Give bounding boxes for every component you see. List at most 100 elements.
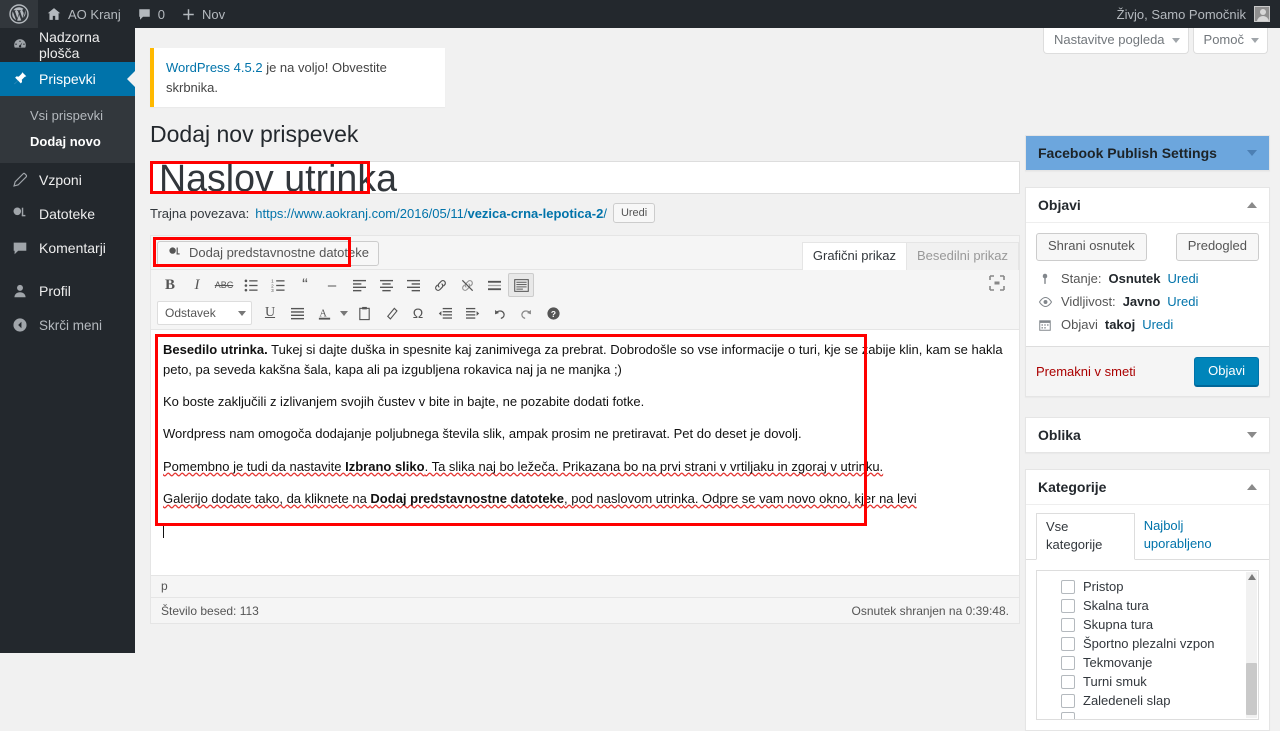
outdent-icon[interactable] <box>432 301 458 325</box>
chevron-down-icon[interactable] <box>1247 432 1257 438</box>
list-item[interactable]: Turni smuk <box>1037 672 1258 691</box>
editor-paragraph-text-2: , pod naslovom utrinka. Odpre se vam nov… <box>564 490 917 506</box>
permalink-prefix: https://www.aokranj.com/2016/05/11/ <box>255 205 468 221</box>
underline-icon[interactable]: U <box>257 301 283 325</box>
site-name-button[interactable]: AO Kranj <box>38 0 129 28</box>
move-to-trash-link[interactable]: Premakni v smeti <box>1036 364 1136 379</box>
align-left-icon[interactable] <box>346 273 372 297</box>
strikethrough-icon[interactable]: ABC <box>211 273 237 297</box>
category-checkbox[interactable] <box>1061 693 1075 708</box>
paste-as-text-icon[interactable] <box>351 301 377 325</box>
scroll-up-arrow-icon[interactable] <box>1248 574 1256 580</box>
tab-all-categories[interactable]: Vse kategorije <box>1036 513 1135 560</box>
insert-media-button[interactable]: Dodaj predstavnostne datoteke <box>157 241 379 266</box>
read-more-icon[interactable] <box>481 273 507 297</box>
toggle-toolbar-icon[interactable] <box>508 273 534 297</box>
category-label: Zaledeneli slap <box>1083 693 1171 708</box>
insert-link-icon[interactable] <box>427 273 453 297</box>
schedule-edit-link[interactable]: Uredi <box>1142 317 1173 332</box>
sidebar-item-media[interactable]: Datoteke <box>0 197 135 231</box>
chevron-up-icon[interactable] <box>1247 484 1257 490</box>
post-title-input[interactable]: Naslov utrinka <box>150 159 1020 197</box>
sidebar-item-all-posts[interactable]: Vsi prispevki <box>0 103 135 129</box>
align-right-icon[interactable] <box>400 273 426 297</box>
categories-tabs: Vse kategorije Najbolj uporabljeno <box>1026 505 1269 560</box>
list-item[interactable]: Tekmovanje <box>1037 653 1258 672</box>
sidebar-item-profile[interactable]: Profil <box>0 274 135 308</box>
update-notice-link[interactable]: WordPress 4.5.2 <box>166 60 263 75</box>
sidebar-item-vzponi[interactable]: Vzponi <box>0 163 135 197</box>
editor-empty-paragraph <box>163 521 1007 541</box>
sidebar-item-dashboard[interactable]: Nadzorna plošča <box>0 28 135 62</box>
editor-content-area[interactable]: Besedilo utrinka. Tukej si dajte duška i… <box>151 330 1019 575</box>
redo-icon[interactable] <box>513 301 539 325</box>
permalink-link[interactable]: https://www.aokranj.com/2016/05/11/vezic… <box>255 206 607 221</box>
categories-checklist[interactable]: Pristop Skalna tura Skupna tura Športno … <box>1036 570 1259 720</box>
status-edit-link[interactable]: Uredi <box>1168 271 1199 286</box>
category-checkbox[interactable] <box>1061 617 1075 632</box>
undo-icon[interactable] <box>486 301 512 325</box>
category-label: Turni smuk <box>1083 674 1147 689</box>
visibility-edit-link[interactable]: Uredi <box>1167 294 1198 309</box>
category-checkbox[interactable] <box>1061 655 1075 670</box>
new-content-button[interactable]: Nov <box>173 0 233 28</box>
tab-most-used[interactable]: Najbolj uporabljeno <box>1135 513 1259 559</box>
blockquote-icon[interactable]: “ <box>292 273 318 297</box>
chevron-down-icon[interactable] <box>1247 150 1257 156</box>
clear-formatting-icon[interactable] <box>378 301 404 325</box>
categories-box-header[interactable]: Kategorije <box>1026 470 1269 505</box>
comments-button[interactable]: 0 <box>129 0 173 28</box>
publish-box-header[interactable]: Objavi <box>1026 188 1269 223</box>
categories-scrollbar-thumb[interactable] <box>1246 663 1257 715</box>
paragraph-format-select[interactable]: Odstavek <box>157 301 252 325</box>
tab-visual-editor[interactable]: Grafični prikaz <box>801 242 907 270</box>
distraction-free-icon[interactable] <box>987 273 1009 295</box>
numbered-list-icon[interactable]: 123 <box>265 273 291 297</box>
help-button[interactable]: Pomoč <box>1192 28 1268 54</box>
collapse-menu-button[interactable]: Skrči meni <box>0 308 135 342</box>
publish-button[interactable]: Objavi <box>1194 357 1259 386</box>
list-item[interactable]: Pristop <box>1037 577 1258 596</box>
bold-icon[interactable]: B <box>157 273 183 297</box>
category-checkbox[interactable] <box>1061 579 1075 594</box>
facebook-publish-settings-header[interactable]: Facebook Publish Settings <box>1026 136 1269 170</box>
tab-text-editor[interactable]: Besedilni prikaz <box>905 242 1019 270</box>
admin-content-area: Nastavitve pogleda Pomoč WordPress 4.5.2… <box>135 28 1280 731</box>
edit-permalink-button[interactable]: Uredi <box>612 203 656 223</box>
text-color-chevron-icon[interactable] <box>338 301 350 325</box>
format-box-header[interactable]: Oblika <box>1026 418 1269 452</box>
category-checkbox[interactable] <box>1061 598 1075 613</box>
my-account-button[interactable]: Živjo, Samo Pomočnik <box>1111 0 1280 28</box>
category-checkbox[interactable] <box>1061 674 1075 689</box>
text-color-icon[interactable]: A <box>311 301 337 325</box>
preview-button[interactable]: Predogled <box>1175 233 1259 261</box>
list-item[interactable] <box>1037 710 1258 719</box>
chevron-up-icon[interactable] <box>1247 202 1257 208</box>
wordpress-logo-button[interactable] <box>0 0 38 28</box>
list-item[interactable]: Skalna tura <box>1037 596 1258 615</box>
categories-box-title: Kategorije <box>1038 479 1107 495</box>
list-item[interactable]: Skupna tura <box>1037 615 1258 634</box>
list-item[interactable]: Športno plezalni vzpon <box>1037 634 1258 653</box>
keyboard-shortcuts-icon[interactable]: ? <box>540 301 566 325</box>
align-center-icon[interactable] <box>373 273 399 297</box>
editor-paragraph-bold: Izbrano sliko <box>345 458 425 474</box>
sidebar-item-posts[interactable]: Prispevki <box>0 62 135 96</box>
unlink-icon[interactable] <box>454 273 480 297</box>
category-checkbox[interactable] <box>1061 712 1075 719</box>
justify-icon[interactable] <box>284 301 310 325</box>
editor-paragraph: Galerijo dodate tako, da kliknete na Dod… <box>163 489 1007 509</box>
indent-icon[interactable] <box>459 301 485 325</box>
category-checkbox[interactable] <box>1061 636 1075 651</box>
special-character-icon[interactable]: Ω <box>405 301 431 325</box>
list-item[interactable]: Zaledeneli slap <box>1037 691 1258 710</box>
sidebar-item-comments[interactable]: Komentarji <box>0 231 135 265</box>
save-draft-button[interactable]: Shrani osnutek <box>1036 233 1147 261</box>
italic-icon[interactable]: I <box>184 273 210 297</box>
permalink-slug: vezica-crna-lepotica-2 <box>467 205 604 221</box>
screen-options-button[interactable]: Nastavitve pogleda <box>1042 28 1189 54</box>
bullet-list-icon[interactable] <box>238 273 264 297</box>
sidebar-item-add-new[interactable]: Dodaj novo <box>0 129 135 155</box>
text-cursor <box>163 522 164 538</box>
horizontal-rule-icon[interactable]: – <box>319 273 345 297</box>
